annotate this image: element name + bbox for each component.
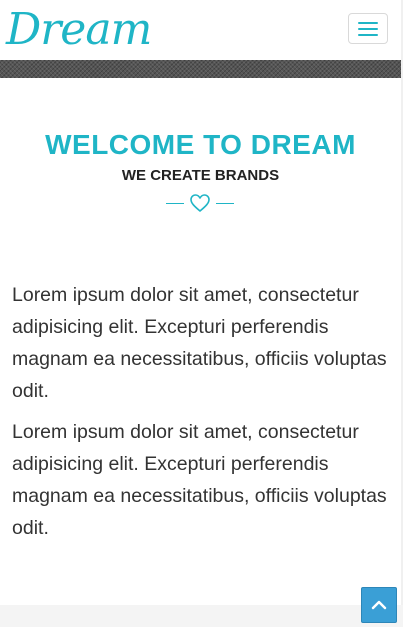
divider-line-right <box>216 202 234 204</box>
footer-band <box>0 605 403 627</box>
navbar: Dream <box>0 0 403 60</box>
paragraph: Lorem ipsum dolor sit amet, consectetur … <box>12 421 387 539</box>
back-to-top-button[interactable] <box>361 587 397 623</box>
paragraph: Lorem ipsum dolor sit amet, consectetur … <box>12 284 387 402</box>
hamburger-icon-bar <box>358 33 378 36</box>
hamburger-icon <box>358 21 378 24</box>
menu-toggle-button[interactable] <box>348 13 388 44</box>
intro-text: Lorem ipsum dolor sit amet, consectetur … <box>12 279 390 553</box>
heart-divider <box>160 192 240 214</box>
pattern-divider-band <box>0 60 401 78</box>
chevron-up-icon <box>371 600 387 610</box>
heart-icon <box>190 194 210 212</box>
page-subtitle: WE CREATE BRANDS <box>121 167 280 184</box>
logo[interactable]: Dream <box>6 4 152 56</box>
page-title: WELCOME TO DREAM <box>45 129 356 160</box>
divider-line-left <box>166 202 184 204</box>
hamburger-icon-bar <box>358 27 378 30</box>
